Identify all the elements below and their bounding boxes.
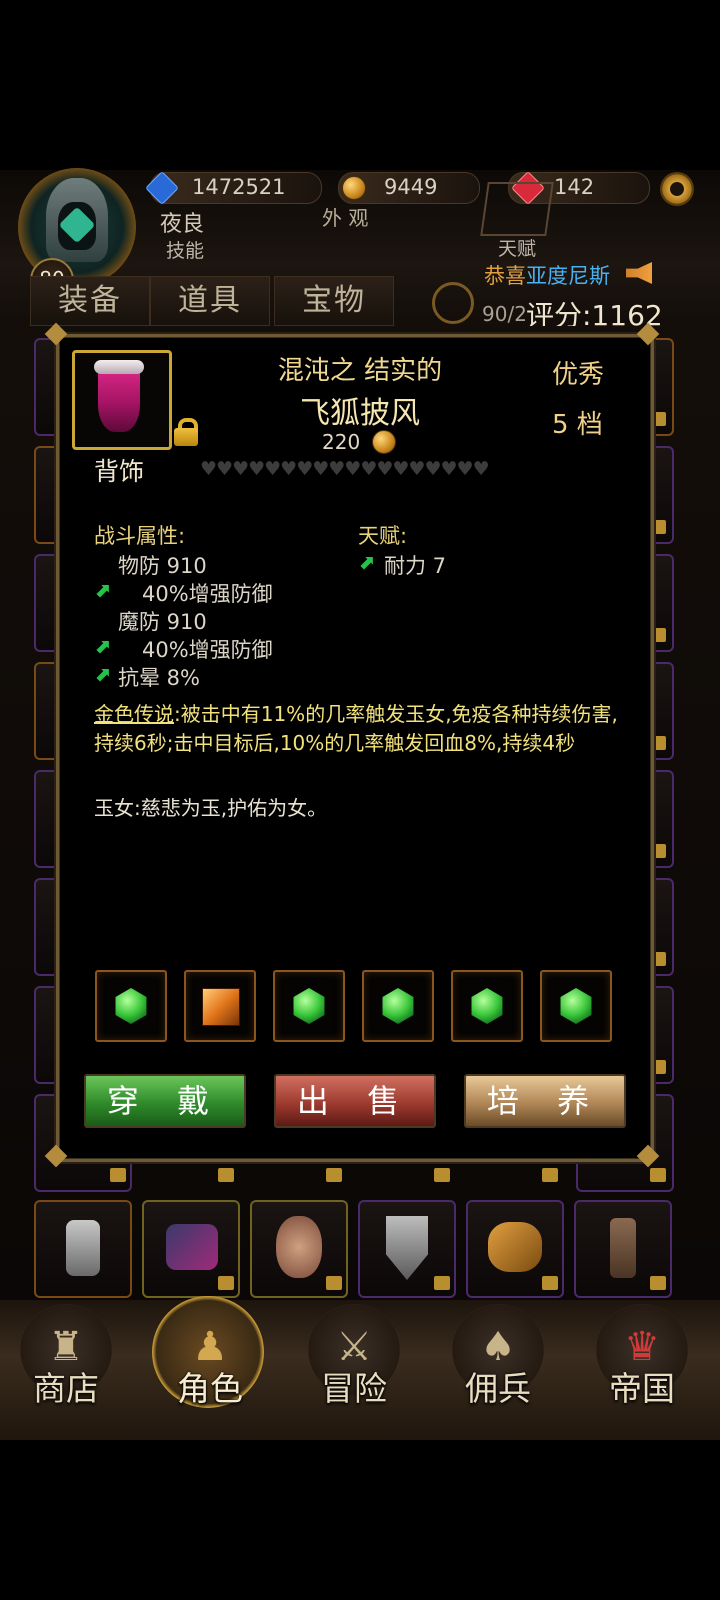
cape-icon	[98, 364, 140, 432]
gold-currency-value: 9449	[384, 175, 438, 199]
green-gem-icon	[382, 988, 414, 1024]
item-price: 220	[322, 430, 361, 454]
glove-icon	[166, 1224, 218, 1270]
stat-defense-boost: 40%增强防御	[142, 638, 273, 662]
blue-currency-value: 1472521	[192, 175, 286, 199]
lock-icon	[218, 1168, 234, 1182]
item-lore: 玉女:慈悲为玉,护佑为女。	[94, 796, 328, 820]
lock-icon	[542, 1276, 558, 1290]
gold-coin-icon	[372, 430, 396, 454]
lock-icon	[542, 1168, 558, 1182]
talent-title: 天赋:	[358, 524, 408, 548]
mask-icon	[276, 1216, 322, 1278]
lock-icon	[434, 1276, 450, 1290]
appearance-button[interactable]: 外 观	[322, 202, 368, 231]
gem-socket[interactable]	[362, 970, 434, 1042]
nav-mercenary-label: 佣兵	[465, 1369, 531, 1408]
upgrade-arrow-icon: ⬈	[358, 550, 375, 574]
legendary-effect: 金色传说:被击中有11%的几率触发玉女,免疫各种持续伤害,持续6秒;击中目标后,…	[94, 700, 624, 758]
bracer-icon	[488, 1222, 542, 1272]
lock-icon	[650, 1168, 666, 1182]
combat-stats-title: 战斗属性:	[94, 524, 186, 548]
skills-button[interactable]: 技能	[166, 236, 204, 263]
cape-fur-collar	[94, 360, 144, 374]
refresh-icon[interactable]	[432, 282, 474, 324]
nav-adventure-label: 冒险	[321, 1369, 387, 1408]
shield-icon	[386, 1216, 428, 1280]
lock-icon	[110, 1168, 126, 1182]
lock-icon	[650, 1276, 666, 1290]
talent-button[interactable]: 天赋	[498, 234, 536, 261]
wear-button[interactable]: 穿 戴	[84, 1074, 246, 1128]
nav-empire-label: 帝国	[609, 1369, 675, 1408]
legendary-effect-label: 金色传说	[94, 702, 174, 726]
gold-coin-icon	[342, 176, 366, 200]
gem-socket[interactable]	[273, 970, 345, 1042]
stat-defense-boost: 40%增强防御	[142, 582, 273, 606]
green-gem-icon	[293, 988, 325, 1024]
player-name: 夜良	[160, 212, 205, 237]
lock-icon	[218, 1276, 234, 1290]
nav-shop-label: 商店	[33, 1369, 99, 1408]
item-name-prefix: 混沌之 结实的	[277, 356, 443, 386]
gem-socket[interactable]	[540, 970, 612, 1042]
green-gem-icon	[115, 988, 147, 1024]
stat-stun-resist: 抗晕 8%	[118, 666, 200, 690]
green-gem-icon	[471, 988, 503, 1024]
gem-socket[interactable]	[451, 970, 523, 1042]
gem-socket[interactable]	[184, 970, 256, 1042]
green-gem-icon	[560, 988, 592, 1024]
stat-magic-defense: 魔防 910	[118, 610, 207, 634]
nav-shop[interactable]: ♜ 商店	[12, 1304, 122, 1414]
nav-character-label: 角色	[177, 1369, 243, 1408]
upgrade-arrow-icon: ⬈	[94, 634, 111, 658]
nav-character[interactable]: ♟ 角色	[152, 1296, 266, 1414]
lock-icon	[326, 1276, 342, 1290]
orange-gem-icon	[202, 988, 240, 1026]
tab-items[interactable]: 道具	[150, 276, 270, 326]
settings-gear-icon[interactable]	[660, 172, 694, 206]
stat-physical-defense: 物防 910	[118, 554, 207, 578]
nav-adventure[interactable]: ⚔ 冒险	[300, 1304, 410, 1414]
talent-stamina: 耐力 7	[384, 554, 447, 578]
lock-icon[interactable]	[174, 418, 198, 446]
red-currency-value: 142	[554, 175, 595, 199]
bag-capacity: 90/2	[482, 302, 527, 326]
gauntlet-icon	[66, 1220, 100, 1276]
nav-mercenary[interactable]: ♠ 佣兵	[444, 1304, 554, 1414]
durability-hearts: ♥♥♥♥♥♥♥♥♥♥♥♥♥♥♥♥♥♥	[200, 458, 490, 480]
sell-button[interactable]: 出 售	[274, 1074, 436, 1128]
lock-icon	[434, 1168, 450, 1182]
tab-treasure[interactable]: 宝物	[274, 276, 394, 326]
upgrade-arrow-icon: ⬈	[94, 662, 111, 686]
item-quality: 优秀	[552, 360, 605, 390]
lock-icon	[326, 1168, 342, 1182]
tab-equipment[interactable]: 装备	[30, 276, 150, 326]
talent-emblem-icon[interactable]	[480, 182, 554, 236]
nav-empire[interactable]: ♛ 帝国	[588, 1304, 698, 1414]
inventory-slot-gauntlet[interactable]	[34, 1200, 132, 1298]
gem-socket[interactable]	[95, 970, 167, 1042]
cloth-icon	[610, 1218, 636, 1278]
item-tier: 5 档	[552, 410, 603, 440]
upgrade-arrow-icon: ⬈	[94, 578, 111, 602]
item-slot-type: 背饰	[94, 457, 145, 486]
train-button[interactable]: 培 养	[464, 1074, 626, 1128]
item-name: 飞狐披风	[300, 396, 420, 431]
